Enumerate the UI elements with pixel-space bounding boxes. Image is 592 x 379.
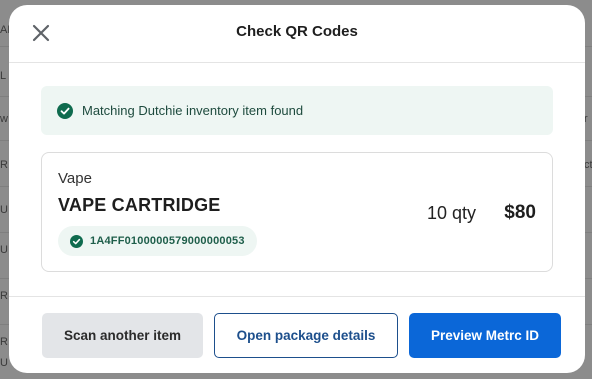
success-alert: Matching Dutchie inventory item found	[41, 86, 553, 135]
check-circle-icon	[57, 102, 73, 119]
modal-footer: Scan another item Open package details P…	[9, 296, 585, 373]
alert-message: Matching Dutchie inventory item found	[82, 103, 304, 118]
background-text: L	[0, 70, 7, 82]
package-id-badge: 1A4FF0100000579000000053	[58, 226, 257, 256]
modal-title: Check QR Codes	[236, 23, 358, 40]
background-text: R	[0, 159, 8, 171]
preview-metrc-id-button[interactable]: Preview Metrc ID	[409, 313, 561, 358]
item-quantity: 10 qty	[426, 203, 476, 223]
background-text: R	[0, 336, 8, 348]
background-text: U	[0, 357, 8, 369]
check-qr-codes-modal: Check QR Codes Matching Dutchie inventor…	[9, 5, 585, 373]
item-category: Vape	[58, 170, 92, 187]
item-name: VAPE CARTRIDGE	[58, 195, 221, 215]
modal-header: Check QR Codes	[9, 5, 585, 63]
open-package-details-button[interactable]: Open package details	[214, 313, 398, 358]
background-text: w	[0, 113, 8, 125]
package-id: 1A4FF0100000579000000053	[90, 235, 245, 247]
check-circle-icon	[70, 234, 83, 248]
inventory-item-card: Vape VAPE CARTRIDGE 1A4FF010000057900000…	[41, 152, 553, 272]
background-text: R	[0, 290, 8, 302]
background-text: U	[0, 204, 8, 216]
background-text: ct	[584, 159, 592, 171]
background-text: U	[0, 244, 8, 256]
item-price: $80	[504, 202, 536, 223]
scan-another-item-button[interactable]: Scan another item	[42, 313, 203, 358]
